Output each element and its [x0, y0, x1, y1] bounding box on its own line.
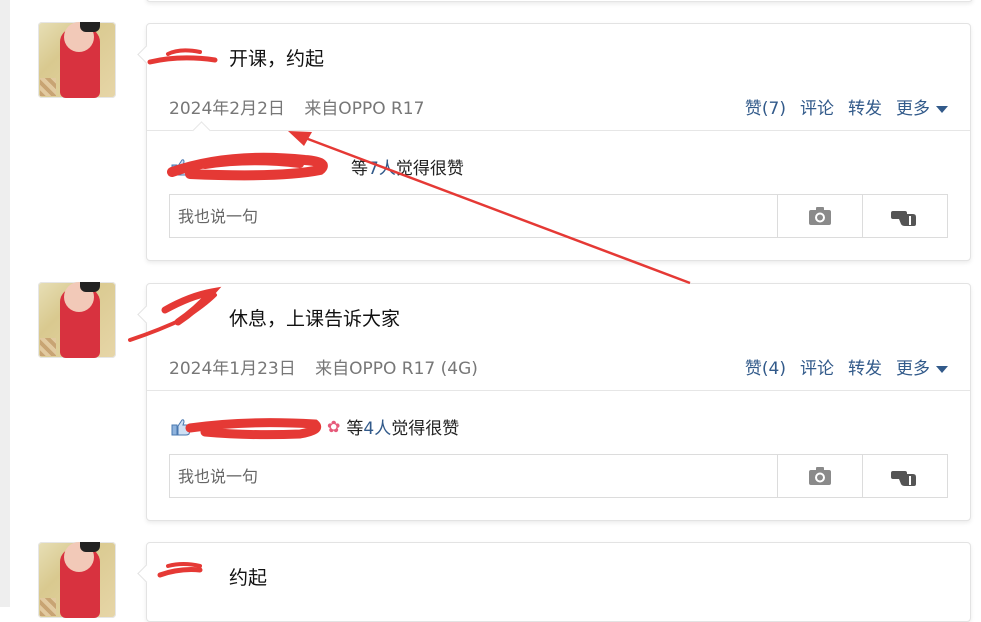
- divider-notch: [192, 121, 211, 140]
- comment-input[interactable]: [170, 455, 777, 497]
- comment-input[interactable]: [170, 195, 777, 237]
- user-avatar[interactable]: [38, 282, 116, 358]
- left-rail: [0, 0, 10, 607]
- post-source: 来自OPPO R17 (4G): [315, 359, 478, 379]
- post-text: 约起: [229, 567, 268, 589]
- post-meta: 2024年1月23日 来自OPPO R17 (4G): [169, 354, 492, 379]
- post-source: 来自OPPO R17: [304, 99, 425, 119]
- thumbs-up-icon: [171, 158, 192, 175]
- caret-down-icon: [936, 105, 948, 113]
- like-button[interactable]: 赞(4): [745, 354, 786, 379]
- divider: [147, 130, 970, 131]
- likes-suffix: 觉得很赞: [391, 419, 460, 439]
- post-actions: 赞(4) 评论 转发 更多: [745, 354, 948, 379]
- divider: [147, 390, 970, 391]
- forward-button[interactable]: 转发: [848, 354, 882, 379]
- gesture-button[interactable]: [862, 195, 947, 237]
- more-button[interactable]: 更多: [896, 354, 948, 379]
- post-actions: 赞(7) 评论 转发 更多: [745, 94, 948, 119]
- likes-prefix: 等: [351, 159, 368, 179]
- comment-box: [169, 454, 948, 498]
- author-name-redacted[interactable]: [171, 561, 217, 585]
- comment-box: [169, 194, 948, 238]
- likes-count-link[interactable]: 4人: [363, 414, 391, 439]
- post-card: 开课，约起 2024年2月2日 来自OPPO R17 赞(7) 评论 转发 更多…: [146, 23, 971, 261]
- camera-icon: [809, 467, 831, 485]
- likes-suffix: 觉得很赞: [395, 159, 464, 179]
- post-meta: 2024年2月2日 来自OPPO R17: [169, 94, 438, 119]
- post-text: 开课，约起: [229, 48, 325, 70]
- post-card: 约起: [146, 542, 971, 622]
- comment-button[interactable]: 评论: [800, 94, 834, 119]
- post-card: 休息，上课告诉大家 2024年1月23日 来自OPPO R17 (4G) 赞(4…: [146, 283, 971, 521]
- post-date[interactable]: 2024年2月2日: [169, 99, 285, 119]
- thumbs-up-icon: [171, 418, 192, 435]
- flower-emoji-icon: ✿: [327, 417, 341, 436]
- previous-post-card: [146, 0, 973, 2]
- likes-summary: 等 7人 觉得很赞: [171, 154, 464, 179]
- likes-summary: ✿ 等 4人 觉得很赞: [171, 414, 459, 439]
- user-avatar[interactable]: [38, 22, 116, 98]
- hand-pointing-icon: [891, 211, 916, 226]
- caret-down-icon: [936, 365, 948, 373]
- camera-button[interactable]: [777, 455, 862, 497]
- post-text: 休息，上课告诉大家: [229, 308, 401, 330]
- author-name-redacted[interactable]: [171, 44, 217, 68]
- hand-pointing-icon: [891, 471, 916, 486]
- camera-button[interactable]: [777, 195, 862, 237]
- more-label: 更多: [896, 359, 930, 379]
- author-name-redacted[interactable]: [171, 304, 217, 328]
- like-button[interactable]: 赞(7): [745, 94, 786, 119]
- camera-icon: [809, 207, 831, 225]
- post-date[interactable]: 2024年1月23日: [169, 359, 296, 379]
- more-label: 更多: [896, 99, 930, 119]
- gesture-button[interactable]: [862, 455, 947, 497]
- comment-button[interactable]: 评论: [800, 354, 834, 379]
- more-button[interactable]: 更多: [896, 94, 948, 119]
- likes-count-link[interactable]: 7人: [368, 154, 396, 179]
- likes-prefix: 等: [346, 419, 364, 439]
- forward-button[interactable]: 转发: [848, 94, 882, 119]
